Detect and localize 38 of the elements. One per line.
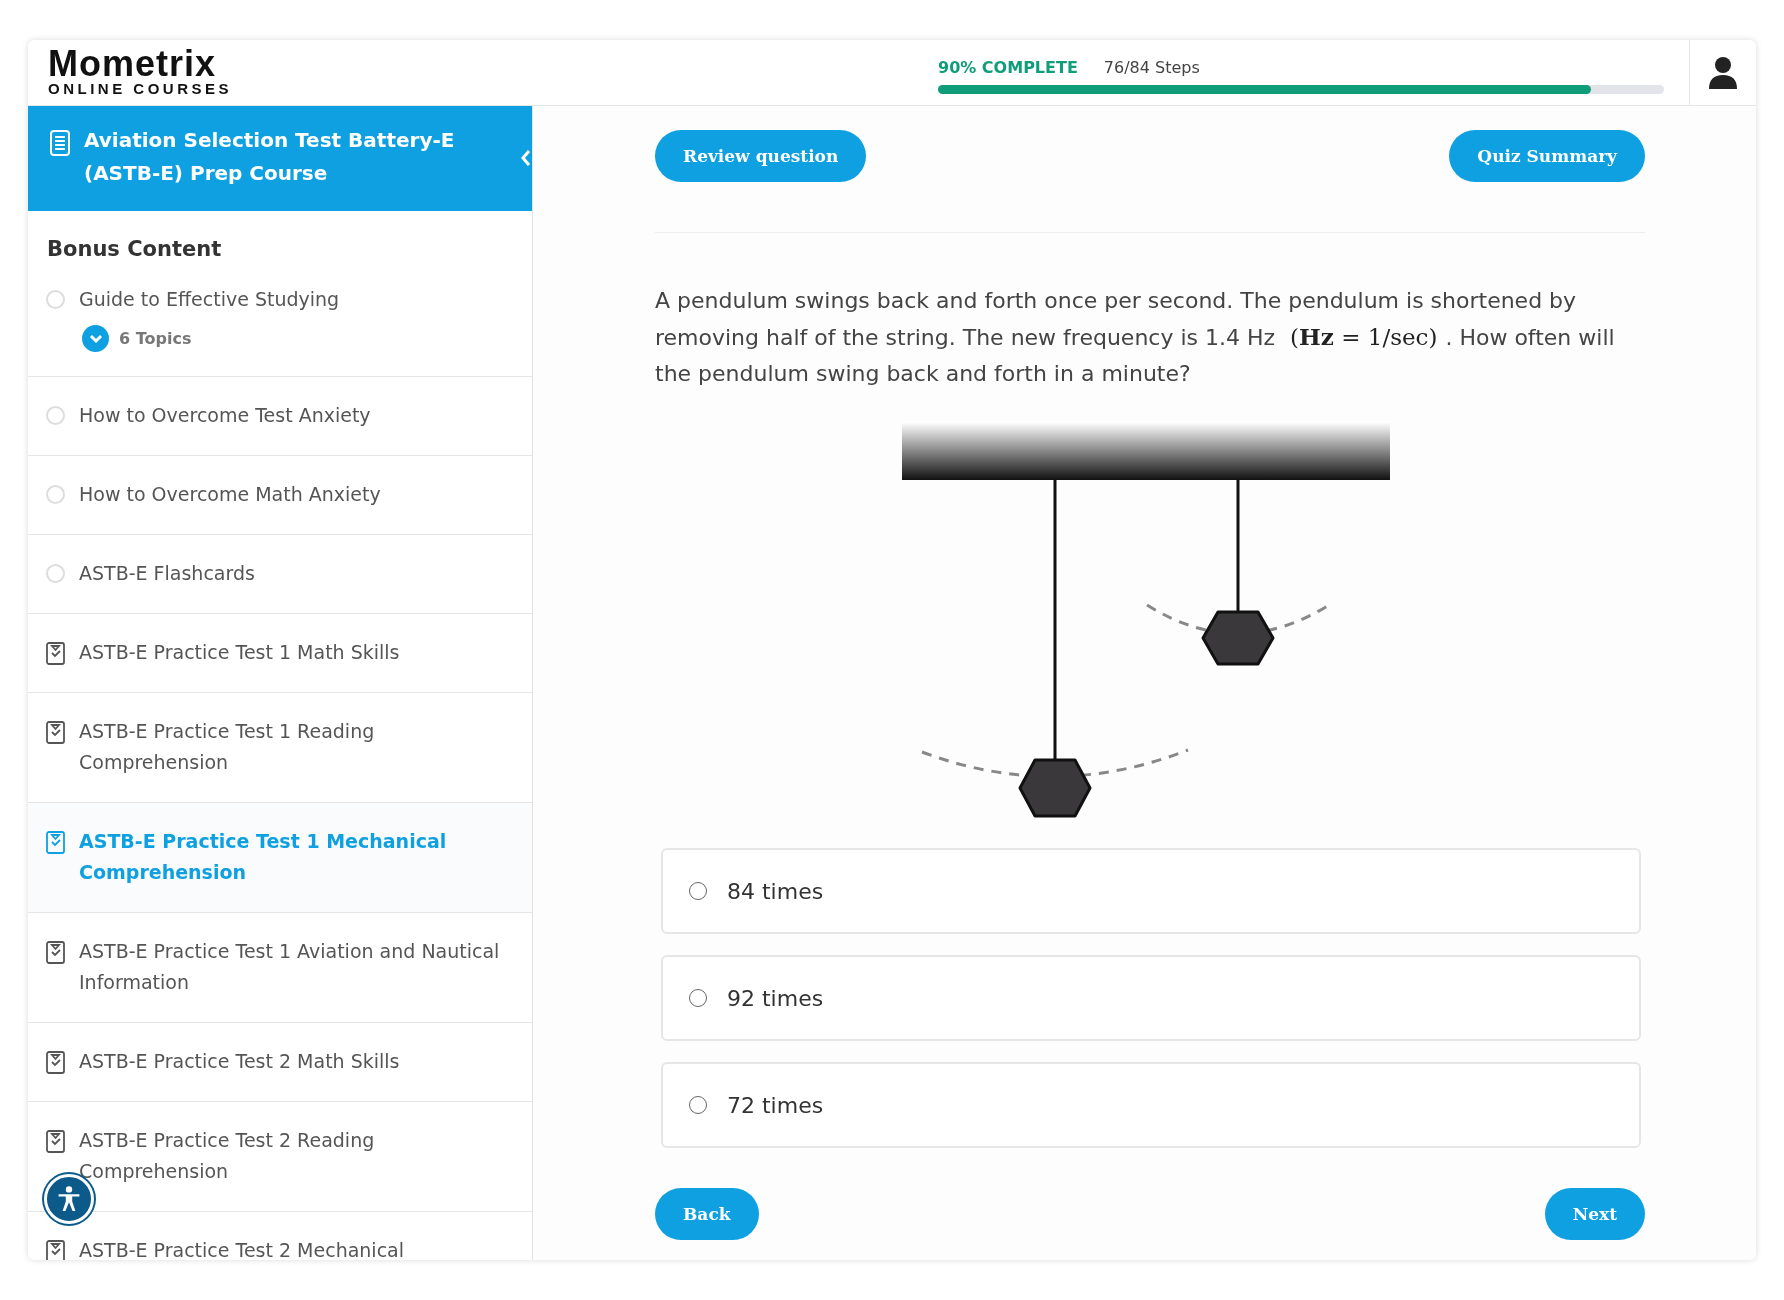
quiz-icon	[46, 1051, 65, 1074]
chevron-left-icon	[520, 149, 532, 167]
answer-option[interactable]: 84 times	[661, 848, 1641, 934]
status-circle-icon	[46, 290, 65, 309]
lesson-link[interactable]: ASTB-E Practice Test 1 Math Skills	[79, 637, 400, 668]
lesson-link[interactable]: ASTB-E Practice Test 1 Reading Comprehension	[79, 716, 516, 778]
logo-subtitle: ONLINE COURSES	[48, 80, 232, 97]
status-circle-icon	[46, 485, 65, 504]
section-heading: Bonus Content	[46, 236, 223, 261]
status-circle-icon	[46, 564, 65, 583]
lesson-link[interactable]: ASTB-E Flashcards	[79, 558, 255, 589]
lesson-link[interactable]: ASTB-E Practice Test 2 Reading Comprehension	[79, 1125, 516, 1187]
user-icon[interactable]	[1707, 54, 1739, 91]
question-text: A pendulum swings back and forth once per second. The pendulum is shortened by removing half of the string. The new frequency is 1.4 Hz (Hz = 1/sec) . How often will the pendulum swing back and forth in a minute?	[655, 287, 1616, 388]
logo-text: Mometrix	[48, 48, 217, 80]
progress-percentage: 90% COMPLETE	[938, 57, 1078, 77]
document-icon	[50, 130, 70, 156]
quiz-icon	[46, 1240, 65, 1260]
lesson-link[interactable]: ASTB-E Practice Test 1 Aviation and Nautical Information	[79, 936, 516, 998]
lesson-link[interactable]: ASTB-E Practice Test 2 Math Skills	[79, 1046, 400, 1077]
accessibility-icon	[57, 1185, 81, 1213]
course-title: Aviation Selection Test Battery-E (ASTB-E) Prep Course	[84, 127, 456, 187]
expand-toggle[interactable]	[82, 325, 109, 352]
lesson-link[interactable]: Guide to Effective Studying	[79, 284, 340, 315]
chevron-down-icon	[88, 333, 103, 344]
topics-count: 6 Topics	[119, 329, 192, 348]
quiz-icon	[46, 941, 65, 964]
lesson-link[interactable]: How to Overcome Math Anxiety	[79, 479, 381, 510]
lesson-link[interactable]: How to Overcome Test Anxiety	[79, 400, 371, 431]
quiz-icon	[46, 721, 65, 744]
quiz-icon	[46, 1130, 65, 1153]
lesson-link[interactable]: ASTB-E Practice Test 2 Mechanical	[79, 1235, 404, 1260]
quiz-icon	[46, 642, 65, 665]
answer-option[interactable]: 72 times	[661, 1062, 1641, 1148]
status-circle-icon	[46, 406, 65, 425]
steps-count: 76/84 Steps	[1103, 57, 1200, 77]
quiz-icon	[46, 831, 65, 854]
answer-option[interactable]: 92 times	[661, 955, 1641, 1041]
